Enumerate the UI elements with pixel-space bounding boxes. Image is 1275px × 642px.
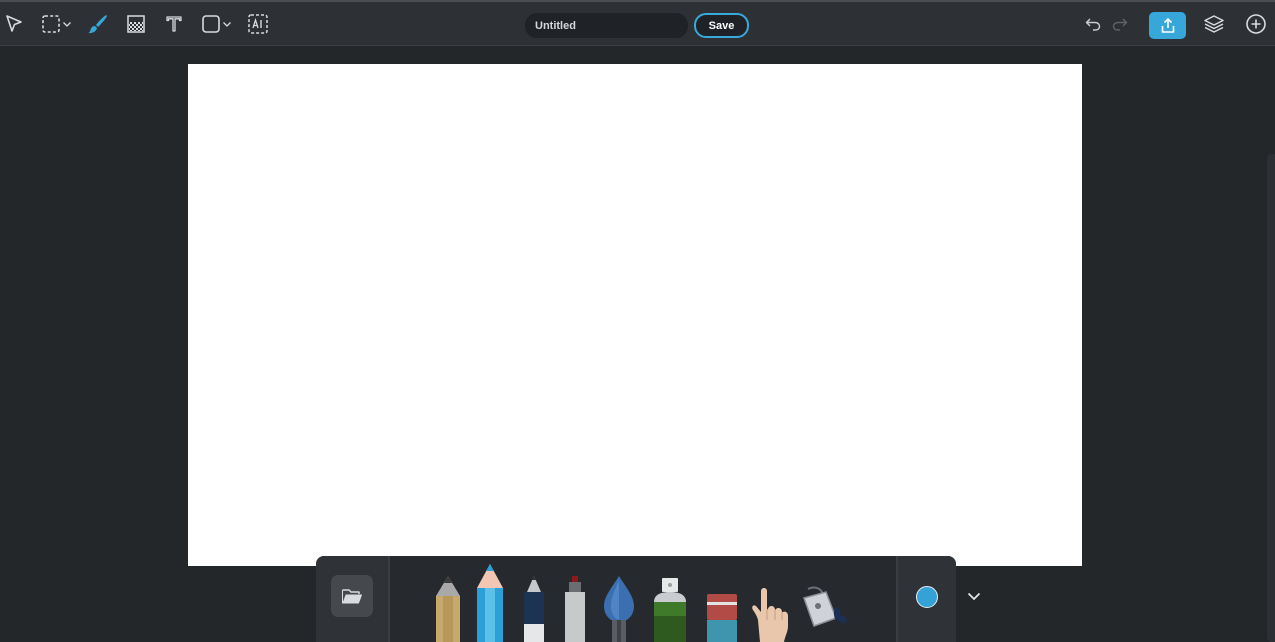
shape-tool-button[interactable] (197, 10, 235, 38)
spray-can-icon (654, 578, 686, 642)
current-color-swatch[interactable] (916, 586, 938, 608)
vertical-scrollbar[interactable] (1267, 154, 1275, 642)
select-arrow-icon (6, 15, 22, 32)
smudge-finger-icon (752, 588, 788, 642)
dock-color-section (898, 556, 956, 642)
share-button[interactable] (1149, 12, 1186, 39)
brush-icon (88, 15, 107, 34)
redo-button[interactable] (1109, 10, 1131, 38)
expand-dock-button[interactable] (965, 587, 983, 605)
open-file-button[interactable] (331, 575, 373, 617)
marquee-selection-icon (41, 15, 60, 33)
brush-selector (390, 556, 896, 642)
eraser-brush[interactable] (706, 594, 738, 642)
chevron-down-icon (62, 22, 71, 27)
ai-tool-icon (248, 14, 268, 34)
colored-pencil-icon (477, 564, 503, 642)
select-tool-button[interactable] (3, 10, 25, 38)
layers-icon (1204, 15, 1224, 33)
add-button[interactable] (1243, 10, 1269, 38)
ai-tool-button[interactable] (246, 10, 270, 38)
watercolor-brush[interactable] (602, 576, 636, 642)
smudge-brush[interactable] (748, 586, 794, 642)
folder-open-icon (342, 589, 362, 604)
chevron-down-icon (967, 592, 981, 601)
drawing-canvas[interactable] (188, 64, 1082, 566)
marker-brush[interactable] (564, 576, 586, 642)
colored-pencil-brush[interactable] (476, 564, 504, 642)
brush-dock (316, 556, 956, 642)
add-icon (1246, 14, 1266, 34)
pen-icon (524, 576, 544, 642)
fill-tool-button[interactable] (124, 10, 148, 38)
text-tool-icon (166, 16, 182, 32)
eraser-icon (707, 594, 737, 642)
top-toolbar: Save (0, 0, 1275, 46)
paint-app: Save (0, 0, 1275, 642)
shape-tool-icon (201, 15, 220, 33)
undo-icon (1085, 18, 1101, 31)
marquee-tool-button[interactable] (37, 10, 75, 38)
text-tool-button[interactable] (162, 10, 186, 38)
pencil-brush[interactable] (434, 576, 462, 642)
dock-file-section (316, 556, 388, 642)
pen-brush[interactable] (523, 576, 545, 642)
share-icon (1161, 17, 1174, 33)
spray-can-brush[interactable] (650, 578, 690, 642)
fill-pattern-icon (127, 15, 145, 33)
pencil-icon (436, 576, 460, 642)
document-title-input[interactable] (525, 13, 688, 38)
redo-icon (1112, 18, 1128, 31)
marker-icon (565, 576, 585, 642)
chevron-down-icon (222, 22, 231, 27)
watercolor-brush-icon (604, 576, 634, 642)
save-button[interactable]: Save (694, 13, 749, 38)
undo-button[interactable] (1082, 10, 1104, 38)
fill-bucket-icon (803, 586, 847, 627)
fill-bucket-brush[interactable] (800, 586, 852, 636)
layers-button[interactable] (1201, 10, 1227, 38)
brush-tool-button[interactable] (86, 10, 110, 38)
